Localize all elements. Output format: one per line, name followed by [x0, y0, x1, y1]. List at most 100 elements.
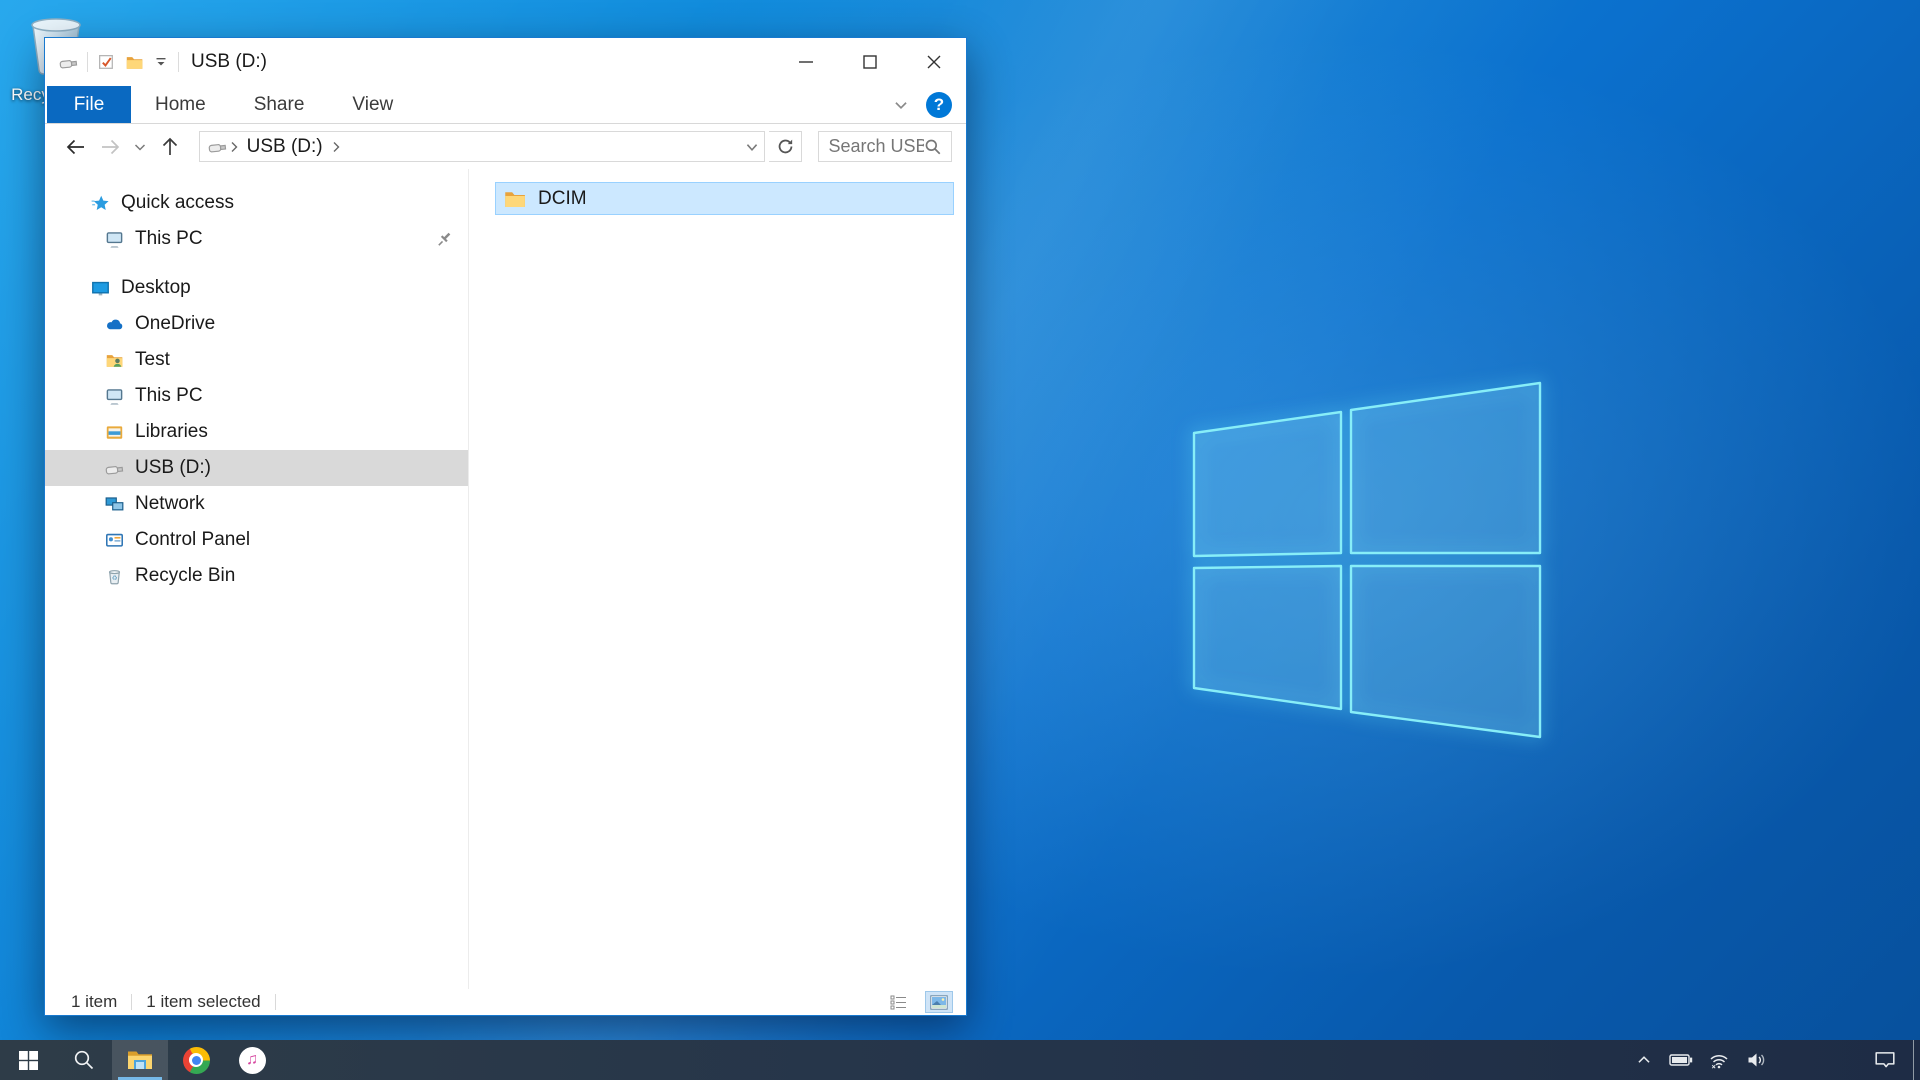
sidebar-item-test[interactable]: Test — [45, 342, 468, 378]
sidebar-item-usb-drive[interactable]: USB (D:) — [45, 450, 468, 486]
large-icons-view-icon — [930, 995, 948, 1010]
taskbar-file-explorer-button[interactable] — [112, 1040, 168, 1080]
file-item-name: DCIM — [538, 188, 587, 210]
up-button[interactable] — [155, 132, 185, 162]
back-button[interactable] — [61, 132, 91, 162]
expand-ribbon-chevron-icon[interactable] — [892, 96, 910, 114]
sidebar-item-label: Network — [135, 493, 205, 515]
help-button[interactable]: ? — [926, 92, 952, 118]
maximize-icon — [860, 52, 880, 72]
refresh-button[interactable] — [769, 131, 803, 162]
file-list-pane[interactable]: DCIM — [469, 169, 966, 989]
tab-home[interactable]: Home — [131, 86, 230, 123]
title-bar[interactable]: USB (D:) — [45, 38, 966, 86]
file-item-dcim[interactable]: DCIM — [495, 182, 954, 215]
tab-share[interactable]: Share — [230, 86, 329, 123]
search-input[interactable] — [828, 136, 924, 157]
navigation-bar: USB (D:) — [45, 124, 966, 169]
sidebar-item-label: Libraries — [135, 421, 208, 443]
tray-battery-button[interactable] — [1661, 1040, 1701, 1080]
details-view-icon — [890, 994, 908, 1010]
quick-access-toolbar — [45, 52, 179, 72]
sidebar-item-label: OneDrive — [135, 313, 215, 335]
action-center-icon — [1874, 1050, 1896, 1070]
toolbar-separator — [178, 52, 179, 72]
star-icon — [91, 194, 110, 213]
sidebar-item-label: Recycle Bin — [135, 565, 235, 587]
forward-button[interactable] — [95, 132, 125, 162]
pin-icon — [436, 230, 454, 248]
chevron-down-icon — [133, 140, 147, 154]
status-item-count: 1 item — [71, 992, 117, 1012]
address-bar[interactable]: USB (D:) — [199, 131, 765, 162]
sidebar-item-desktop[interactable]: Desktop — [45, 270, 468, 306]
sidebar-item-libraries[interactable]: Libraries — [45, 414, 468, 450]
breadcrumb-chevron-icon[interactable] — [329, 140, 343, 154]
ribbon-tab-row: File Home Share View ? — [45, 86, 966, 124]
sidebar-item-onedrive[interactable]: OneDrive — [45, 306, 468, 342]
libraries-icon — [105, 423, 124, 442]
search-box[interactable] — [818, 131, 952, 162]
chrome-icon — [183, 1047, 210, 1074]
customize-chevron-icon[interactable] — [153, 54, 169, 70]
taskbar: ♫ — [0, 1040, 1920, 1080]
maximize-button[interactable] — [838, 38, 902, 86]
desktop-icon — [91, 279, 110, 298]
sidebar-item-label: Desktop — [121, 277, 191, 299]
volume-icon — [1746, 1051, 1768, 1069]
status-bar: 1 item 1 item selected — [45, 989, 966, 1015]
recent-locations-button[interactable] — [129, 132, 151, 162]
sidebar-item-label: Test — [135, 349, 170, 371]
onedrive-cloud-icon — [105, 315, 124, 334]
start-button[interactable] — [0, 1040, 56, 1080]
large-icons-view-button[interactable] — [926, 992, 952, 1012]
chevron-up-icon — [1635, 1051, 1653, 1069]
details-view-button[interactable] — [886, 992, 912, 1012]
toolbar-separator — [87, 52, 88, 72]
breadcrumb-chevron-icon[interactable] — [227, 140, 241, 154]
sidebar-item-control-panel[interactable]: Control Panel — [45, 522, 468, 558]
control-panel-icon — [105, 531, 124, 550]
tray-network-button[interactable] — [1701, 1040, 1737, 1080]
window-controls — [774, 38, 966, 86]
back-arrow-icon — [64, 135, 88, 159]
folder-icon — [503, 187, 527, 211]
close-button[interactable] — [902, 38, 966, 86]
recycle-bin-icon: ♻ — [105, 567, 124, 586]
minimize-icon — [796, 52, 816, 72]
system-tray — [1627, 1040, 1920, 1080]
computer-icon — [105, 387, 124, 406]
svg-text:♻: ♻ — [112, 575, 118, 582]
taskbar-itunes-button[interactable]: ♫ — [224, 1040, 280, 1080]
window-title: USB (D:) — [191, 51, 267, 73]
tray-volume-button[interactable] — [1737, 1040, 1777, 1080]
search-icon[interactable] — [924, 138, 942, 156]
new-folder-icon[interactable] — [125, 53, 144, 72]
itunes-icon: ♫ — [239, 1047, 266, 1074]
tray-show-hidden-icons-button[interactable] — [1627, 1040, 1661, 1080]
sidebar-item-quick-access[interactable]: Quick access — [45, 185, 468, 221]
usb-drive-icon — [58, 52, 79, 73]
tab-file[interactable]: File — [47, 86, 131, 123]
taskbar-chrome-button[interactable] — [168, 1040, 224, 1080]
sidebar-item-this-pc-pinned[interactable]: This PC — [45, 221, 468, 257]
windows-logo — [1150, 356, 1570, 756]
taskbar-search-button[interactable] — [56, 1040, 112, 1080]
address-dropdown-chevron-icon[interactable] — [744, 139, 760, 155]
sidebar-item-label: USB (D:) — [135, 457, 211, 479]
sidebar-item-this-pc[interactable]: This PC — [45, 378, 468, 414]
breadcrumb-drive[interactable]: USB (D:) — [241, 136, 329, 158]
tab-view[interactable]: View — [328, 86, 417, 123]
minimize-button[interactable] — [774, 38, 838, 86]
status-selected-count: 1 item selected — [146, 992, 260, 1012]
file-explorer-icon — [127, 1049, 153, 1071]
close-icon — [924, 52, 944, 72]
properties-check-icon[interactable] — [97, 53, 116, 72]
action-center-button[interactable] — [1857, 1040, 1913, 1080]
sidebar-item-label: Quick access — [121, 192, 234, 214]
show-desktop-button[interactable] — [1913, 1040, 1920, 1080]
sidebar-item-network[interactable]: Network — [45, 486, 468, 522]
battery-icon — [1669, 1052, 1693, 1068]
forward-arrow-icon — [98, 135, 122, 159]
sidebar-item-recycle-bin[interactable]: ♻ Recycle Bin — [45, 558, 468, 594]
